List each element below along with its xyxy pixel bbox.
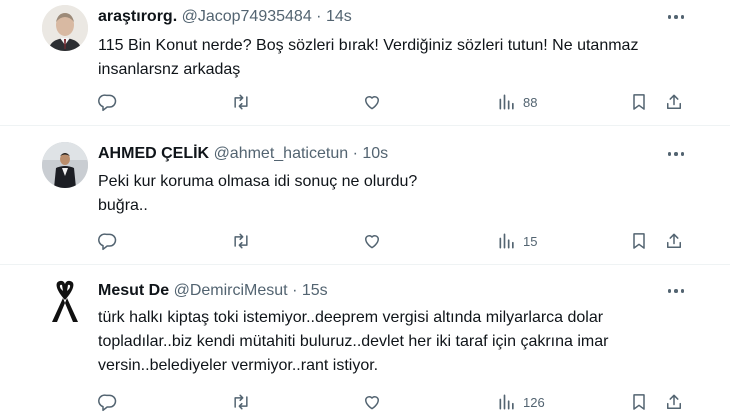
timestamp[interactable]: 14s (326, 8, 352, 25)
reply-icon (98, 233, 117, 251)
share-button[interactable] (664, 229, 684, 253)
views-icon (499, 94, 514, 110)
reply-button[interactable] (98, 390, 118, 414)
retweet-icon (234, 233, 248, 249)
avatar[interactable] (42, 278, 88, 324)
views-count: 126 (523, 394, 545, 410)
share-icon (667, 394, 681, 409)
share-icon (667, 94, 681, 109)
action-bar: 15 (98, 229, 698, 253)
tweet-header: AHMED ÇELİK @ahmet_haticetun · 10s (98, 144, 388, 164)
user-handle[interactable]: @ahmet_haticetun (214, 145, 349, 162)
tweet-text: 115 Bin Konut nerde? Boş sözleri bırak! … (98, 37, 639, 78)
share-button[interactable] (664, 390, 684, 414)
reply-icon (98, 394, 117, 412)
views-button[interactable]: 15 (497, 229, 537, 253)
reply-button[interactable] (98, 229, 118, 253)
like-button[interactable] (362, 229, 382, 253)
views-icon (499, 233, 514, 249)
avatar[interactable] (42, 142, 88, 188)
display-name[interactable]: araştırorg. (98, 8, 177, 25)
separator: · (292, 282, 298, 299)
display-name[interactable]: Mesut De (98, 282, 169, 299)
views-button[interactable]: 126 (497, 390, 545, 414)
bookmark-icon (633, 94, 645, 110)
tweet-card[interactable]: araştırorg. @Jacop74935484 · 14s 115 Bin… (0, 0, 730, 125)
tweet-card[interactable]: AHMED ÇELİK @ahmet_haticetun · 10s Peki … (0, 126, 730, 264)
avatar[interactable] (42, 5, 88, 51)
retweet-button[interactable] (231, 390, 251, 414)
tweet-text: türk halkı kiptaş toki istemiyor..deepre… (98, 309, 609, 374)
reply-icon (98, 94, 117, 112)
bookmark-icon (633, 394, 645, 410)
user-handle[interactable]: @Jacop74935484 (182, 8, 312, 25)
action-bar: 88 (98, 90, 698, 114)
tweet-text: Peki kur koruma olmasa idi sonuç ne olur… (98, 173, 418, 214)
tweet-card[interactable]: Mesut De @DemirciMesut · 15s türk halkı … (0, 265, 730, 420)
bookmark-button[interactable] (629, 90, 649, 114)
like-icon (365, 96, 379, 110)
like-button[interactable] (362, 90, 382, 114)
tweet-header: araştırorg. @Jacop74935484 · 14s (98, 7, 352, 27)
action-bar: 126 (98, 390, 698, 414)
like-icon (365, 235, 379, 249)
bookmark-button[interactable] (629, 390, 649, 414)
user-handle[interactable]: @DemirciMesut (174, 282, 288, 299)
reply-button[interactable] (98, 90, 118, 114)
more-icon[interactable] (664, 144, 688, 164)
views-button[interactable]: 88 (497, 90, 537, 114)
views-count: 15 (523, 233, 538, 249)
like-button[interactable] (362, 390, 382, 414)
separator: · (352, 145, 358, 162)
retweet-icon (234, 394, 248, 410)
timestamp[interactable]: 15s (302, 282, 328, 299)
more-icon[interactable] (664, 7, 688, 27)
share-icon (667, 233, 681, 248)
separator: · (316, 8, 322, 25)
retweet-icon (234, 94, 248, 110)
views-icon (499, 394, 514, 410)
timestamp[interactable]: 10s (362, 145, 388, 162)
tweet-header: Mesut De @DemirciMesut · 15s (98, 281, 328, 301)
like-icon (365, 396, 379, 410)
more-icon[interactable] (664, 281, 688, 301)
bookmark-icon (633, 233, 645, 249)
display-name[interactable]: AHMED ÇELİK (98, 145, 209, 162)
retweet-button[interactable] (231, 229, 251, 253)
retweet-button[interactable] (231, 90, 251, 114)
share-button[interactable] (664, 90, 684, 114)
bookmark-button[interactable] (629, 229, 649, 253)
views-count: 88 (523, 94, 538, 110)
